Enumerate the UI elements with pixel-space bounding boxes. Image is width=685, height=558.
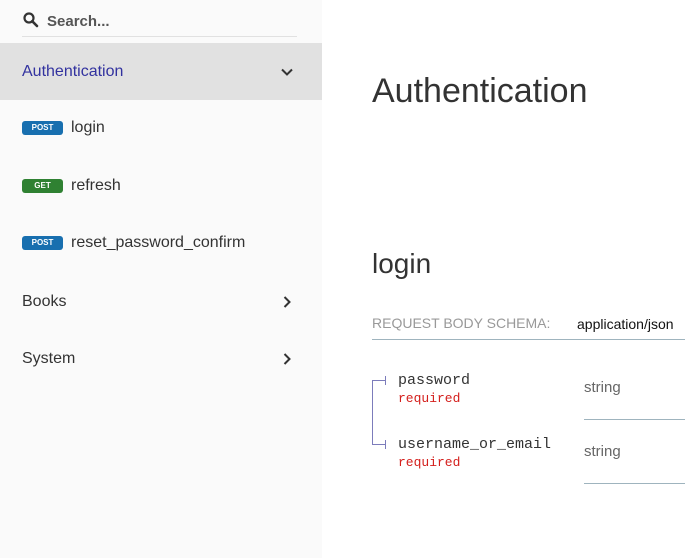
operation-label: refresh	[71, 177, 121, 194]
property-tree-line	[372, 380, 373, 444]
property-name[interactable]: username_or_email	[398, 436, 551, 453]
sidebar-group-authentication[interactable]: Authentication	[0, 43, 322, 100]
sidebar-operation-refresh[interactable]: GET refresh	[22, 175, 121, 197]
property-required: required	[398, 391, 461, 406]
sidebar-group-books[interactable]: Books	[0, 273, 322, 330]
sidebar-group-label: System	[22, 349, 76, 367]
property-name[interactable]: password	[398, 372, 470, 389]
property-type: string	[584, 379, 621, 396]
operation-label: login	[71, 119, 105, 136]
http-method-badge: GET	[22, 179, 63, 193]
sidebar-group-system[interactable]: System	[0, 330, 322, 387]
property-tree-branch	[372, 444, 386, 445]
http-method-badge: POST	[22, 121, 63, 135]
chevron-right-icon	[283, 295, 291, 308]
http-method-badge: POST	[22, 236, 63, 250]
chevron-right-icon	[283, 352, 291, 365]
property-tree-branch	[372, 380, 386, 381]
section-title: Authentication	[372, 72, 588, 110]
sidebar-operation-reset-password-confirm[interactable]: POST reset_password_confirm	[22, 232, 245, 254]
property-required: required	[398, 455, 461, 470]
search-box	[22, 10, 297, 37]
operation-title: login	[372, 248, 432, 279]
sidebar: Authentication POST login GET refresh PO…	[0, 0, 322, 558]
property-divider	[584, 419, 685, 420]
sidebar-group-label: Books	[22, 292, 67, 310]
property-divider	[584, 483, 685, 484]
property-tree-branch-end	[385, 440, 386, 449]
sidebar-operation-login[interactable]: POST login	[22, 117, 105, 139]
operation-label: reset_password_confirm	[71, 234, 246, 251]
content-type: application/json	[577, 316, 674, 332]
chevron-down-icon	[281, 68, 293, 76]
request-body-label: Request Body schema:	[372, 315, 551, 331]
search-icon	[23, 12, 39, 28]
property-type: string	[584, 443, 621, 460]
property-tree-branch-end	[385, 376, 386, 385]
sidebar-group-label: Authentication	[22, 62, 124, 80]
request-body-header: Request Body schema: application/json	[372, 315, 685, 340]
search-input[interactable]	[47, 10, 292, 32]
